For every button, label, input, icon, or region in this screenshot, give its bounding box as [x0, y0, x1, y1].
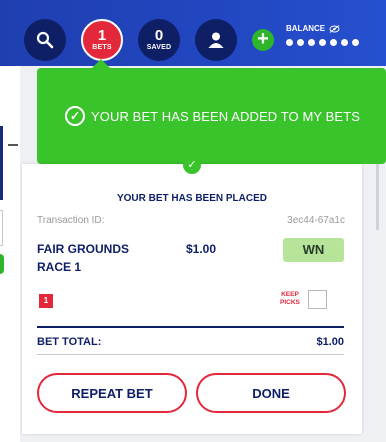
toast-message: YOUR BET HAS BEEN ADDED TO MY BETS: [91, 108, 361, 124]
race-number: RACE 1: [37, 260, 82, 274]
bets-label: BETS: [92, 44, 112, 51]
balance-masked-dots: [286, 39, 359, 46]
toast-pointer: [92, 59, 110, 68]
plus-icon: +: [257, 28, 269, 50]
bet-amount: $1.00: [186, 242, 217, 256]
left-panel-badge: [0, 254, 4, 274]
bet-total-value: $1.00: [316, 336, 344, 348]
search-icon: [36, 31, 54, 49]
done-button[interactable]: DONE: [196, 373, 346, 413]
keep-picks-line1: KEEP: [281, 291, 299, 298]
bets-button[interactable]: 1 BETS: [81, 19, 123, 61]
selection-number: 1: [39, 294, 53, 308]
check-icon: ✓: [183, 156, 201, 174]
left-panel: [0, 66, 20, 442]
bet-type-badge: WN: [283, 238, 344, 262]
bets-count: 1: [97, 27, 107, 44]
saved-label: SAVED: [146, 44, 172, 51]
user-icon: [208, 32, 224, 48]
left-panel-accent: [0, 126, 3, 200]
keep-picks-label: KEEP PICKS: [280, 291, 300, 307]
saved-count: 0: [154, 27, 164, 44]
check-circle-icon: ✓: [65, 106, 85, 126]
saved-button[interactable]: 0 SAVED: [138, 19, 180, 61]
keep-picks-line2: PICKS: [280, 299, 300, 306]
balance-label: BALANCE: [286, 24, 326, 33]
top-nav-bar: 1 BETS 0 SAVED + BALANCE: [0, 0, 386, 66]
keep-picks-checkbox[interactable]: [308, 290, 327, 309]
footer-divider: [37, 354, 344, 355]
transaction-label: Transaction ID:: [37, 215, 105, 226]
balance-widget[interactable]: BALANCE: [286, 24, 359, 46]
repeat-bet-button[interactable]: REPEAT BET: [37, 373, 187, 413]
race-name: FAIR GROUNDS RACE 1: [37, 240, 129, 276]
total-divider: [37, 326, 344, 328]
eye-slash-icon[interactable]: [329, 24, 340, 33]
transaction-id: 3ec44-67a1c: [287, 215, 345, 226]
add-funds-button[interactable]: +: [252, 29, 274, 51]
left-divider: [8, 144, 18, 146]
left-panel-field: [0, 210, 3, 246]
track-name: FAIR GROUNDS: [37, 242, 130, 256]
bet-total-label: BET TOTAL:: [37, 336, 102, 348]
account-button[interactable]: [195, 19, 237, 61]
bet-added-toast: ✓ YOUR BET HAS BEEN ADDED TO MY BETS: [37, 68, 386, 164]
placed-title: YOUR BET HAS BEEN PLACED: [116, 193, 267, 204]
search-button[interactable]: [24, 19, 66, 61]
